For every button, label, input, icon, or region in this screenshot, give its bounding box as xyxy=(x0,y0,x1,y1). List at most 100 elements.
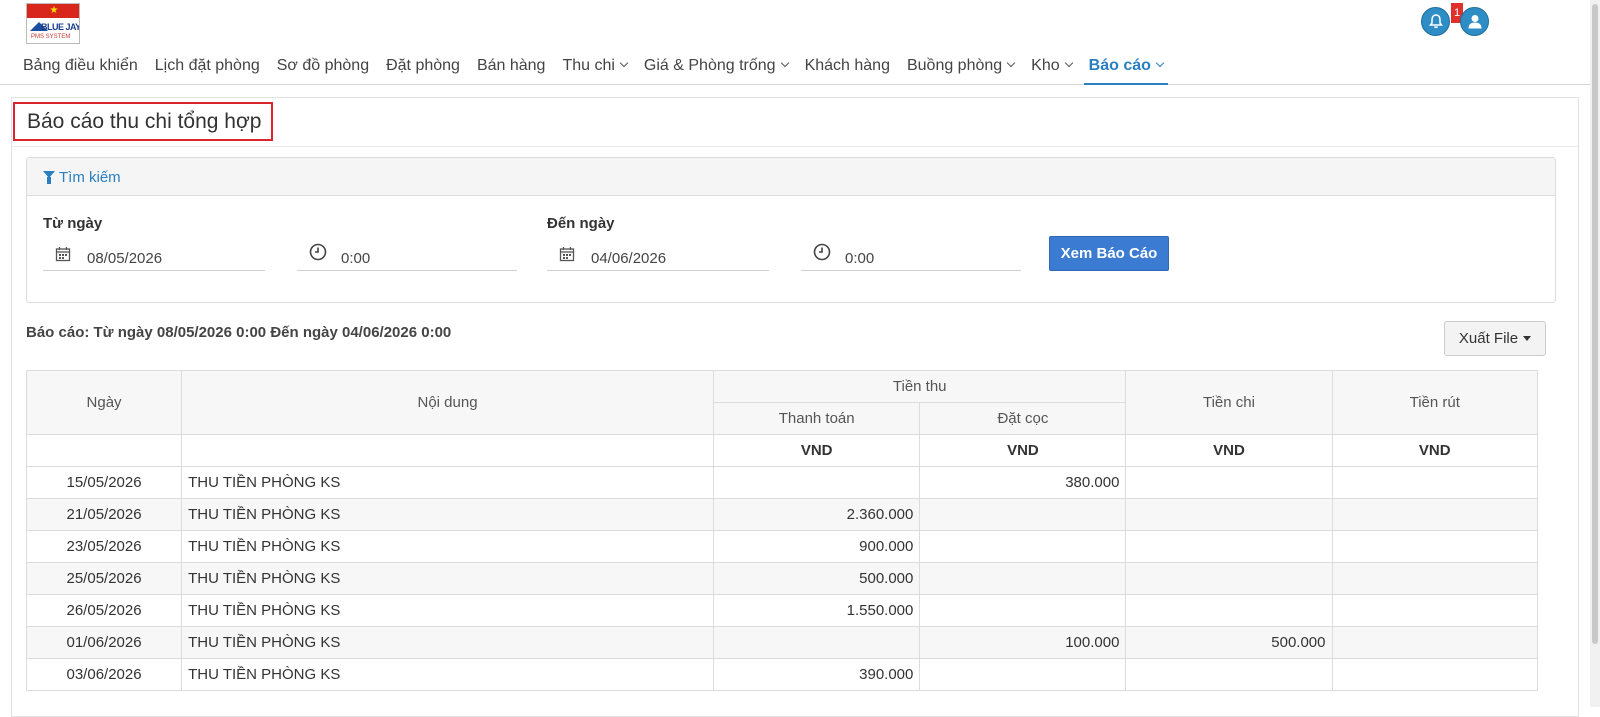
to-time-input[interactable]: 0:00 xyxy=(801,238,1021,271)
cell-expense xyxy=(1125,498,1333,531)
notification-button[interactable] xyxy=(1421,7,1450,36)
calendar-icon xyxy=(55,247,71,262)
nav-item-8[interactable]: Buồng phòng xyxy=(906,53,1016,85)
from-date-input[interactable]: 08/05/2026 xyxy=(43,238,265,271)
cell-deposit xyxy=(919,594,1127,627)
cell-deposit xyxy=(919,658,1127,691)
nav-item-6[interactable]: Giá & Phòng trống xyxy=(643,53,789,85)
clock-icon xyxy=(309,243,327,261)
nav-item-10[interactable]: Báo cáo xyxy=(1083,53,1168,85)
to-date-label: Đến ngày xyxy=(547,215,615,232)
cell-expense xyxy=(1125,466,1333,499)
cell-content: THU TIỀN PHÒNG KS xyxy=(181,498,714,531)
to-date-input[interactable]: 04/06/2026 xyxy=(547,238,769,271)
main-menu: Bảng điều khiển Lịch đặt phòng Sơ đồ phòng… xyxy=(23,53,1185,85)
chevron-down-icon xyxy=(1155,58,1165,68)
top-navbar: ★ BLUE JAY PMS SYSTEM 1 Bảng điều khiển L… xyxy=(0,0,1600,85)
page-scrollbar[interactable] xyxy=(1590,0,1600,707)
cell-payment: 2.360.000 xyxy=(712,498,921,531)
unit-cell-empty xyxy=(25,434,183,467)
cell-date: 01/06/2026 xyxy=(25,626,183,659)
clock-icon xyxy=(813,243,831,261)
cell-payment xyxy=(712,626,921,659)
cell-withdraw xyxy=(1331,594,1538,627)
cell-date: 15/05/2026 xyxy=(25,466,183,499)
nav-item-3[interactable]: Đặt phòng xyxy=(386,53,460,85)
chevron-down-icon xyxy=(619,58,629,68)
col-header-withdraw: Tiền rút xyxy=(1331,370,1538,435)
cell-date: 25/05/2026 xyxy=(25,562,183,595)
from-date-value: 08/05/2026 xyxy=(87,250,163,267)
nav-item-label: Giá & Phòng trống xyxy=(643,57,776,74)
nav-item-label: Buồng phòng xyxy=(906,57,1003,74)
nav-item-7[interactable]: Khách hàng xyxy=(805,53,890,85)
search-panel-header[interactable]: Tìm kiếm xyxy=(27,158,1555,196)
logo-subtext: PMS SYSTEM xyxy=(31,34,71,40)
cell-content: THU TIỀN PHÒNG KS xyxy=(181,626,714,659)
to-date-value: 04/06/2026 xyxy=(591,250,667,267)
nav-item-5[interactable]: Thu chi xyxy=(562,53,629,85)
bell-icon xyxy=(1429,14,1443,29)
cell-withdraw xyxy=(1331,530,1538,563)
report-table: Ngày Nội dung Tiền thu Tiền chi Tiền rút… xyxy=(25,370,1538,691)
table-row: 26/05/2026 THU TIỀN PHÒNG KS 1.550.000 xyxy=(25,594,1538,627)
cell-date: 03/06/2026 xyxy=(25,658,183,691)
cell-deposit xyxy=(919,498,1127,531)
unit-cell-deposit: VND xyxy=(919,434,1127,467)
cell-withdraw xyxy=(1331,626,1538,659)
cell-expense xyxy=(1125,530,1333,563)
search-panel: Tìm kiếm Từ ngày 08/05/2026 0:00 Đến ngà… xyxy=(26,157,1556,303)
nav-item-9[interactable]: Kho xyxy=(1031,53,1073,85)
col-header-content: Nội dung xyxy=(181,370,714,435)
report-table-body: 15/05/2026 THU TIỀN PHÒNG KS 380.000 21/05/… xyxy=(25,466,1538,691)
col-header-payment: Thanh toán xyxy=(712,402,921,435)
unit-cell-withdraw: VND xyxy=(1331,434,1538,467)
cell-withdraw xyxy=(1331,562,1538,595)
cell-payment: 390.000 xyxy=(712,658,921,691)
cell-expense: 500.000 xyxy=(1125,626,1333,659)
filter-icon xyxy=(43,171,55,184)
scrollbar-thumb[interactable] xyxy=(1592,4,1598,644)
nav-item-label: Đặt phòng xyxy=(386,57,460,74)
cell-payment: 500.000 xyxy=(712,562,921,595)
page-title: Báo cáo thu chi tổng hợp xyxy=(27,110,262,133)
nav-item-label: Khách hàng xyxy=(804,57,890,74)
view-report-button[interactable]: Xem Báo Cáo xyxy=(1049,236,1169,271)
unit-cell-payment: VND xyxy=(712,434,921,467)
col-header-expense: Tiền chi xyxy=(1125,370,1333,435)
nav-item-label: Sơ đồ phòng xyxy=(276,57,370,74)
export-file-label: Xuất File xyxy=(1458,330,1519,347)
cell-date: 21/05/2026 xyxy=(25,498,183,531)
chevron-down-icon xyxy=(780,58,789,68)
nav-item-4[interactable]: Bán hàng xyxy=(477,53,546,85)
cell-payment: 900.000 xyxy=(712,530,921,563)
blue-jay-logo[interactable]: ★ BLUE JAY PMS SYSTEM xyxy=(26,3,80,44)
nav-item-2[interactable]: Sơ đồ phòng xyxy=(277,53,369,85)
report-range-text: Báo cáo: Từ ngày 08/05/2026 0:00 Đến ngà… xyxy=(26,324,452,341)
cell-withdraw xyxy=(1331,466,1538,499)
table-row: 21/05/2026 THU TIỀN PHÒNG KS 2.360.000 xyxy=(25,498,1538,531)
nav-item-label: Bảng điều khiển xyxy=(23,57,138,74)
chevron-down-icon xyxy=(1064,58,1073,68)
table-row: 01/06/2026 THU TIỀN PHÒNG KS 100.000 500.00… xyxy=(25,626,1538,659)
col-header-deposit: Đặt cọc xyxy=(919,402,1127,435)
cell-content: THU TIỀN PHÒNG KS xyxy=(181,466,714,499)
export-file-button[interactable]: Xuất File xyxy=(1444,321,1546,356)
cell-withdraw xyxy=(1331,658,1538,691)
from-time-input[interactable]: 0:00 xyxy=(297,238,517,271)
user-menu-button[interactable] xyxy=(1460,7,1489,36)
cell-expense xyxy=(1125,658,1333,691)
from-time-value: 0:00 xyxy=(341,250,371,267)
search-panel-title: Tìm kiếm xyxy=(59,169,121,186)
page-title-box: Báo cáo thu chi tổng hợp xyxy=(13,102,273,141)
star-icon: ★ xyxy=(27,4,79,18)
table-row: 23/05/2026 THU TIỀN PHÒNG KS 900.000 xyxy=(25,530,1538,563)
cell-expense xyxy=(1125,562,1333,595)
cell-content: THU TIỀN PHÒNG KS xyxy=(181,562,714,595)
nav-item-1[interactable]: Lịch đặt phòng xyxy=(155,53,260,85)
nav-item-label: Lịch đặt phòng xyxy=(154,57,260,74)
table-row: 15/05/2026 THU TIỀN PHÒNG KS 380.000 xyxy=(25,466,1538,499)
nav-item-0[interactable]: Bảng điều khiển xyxy=(23,53,138,85)
cell-payment xyxy=(712,466,921,499)
cell-deposit: 380.000 xyxy=(919,466,1127,499)
